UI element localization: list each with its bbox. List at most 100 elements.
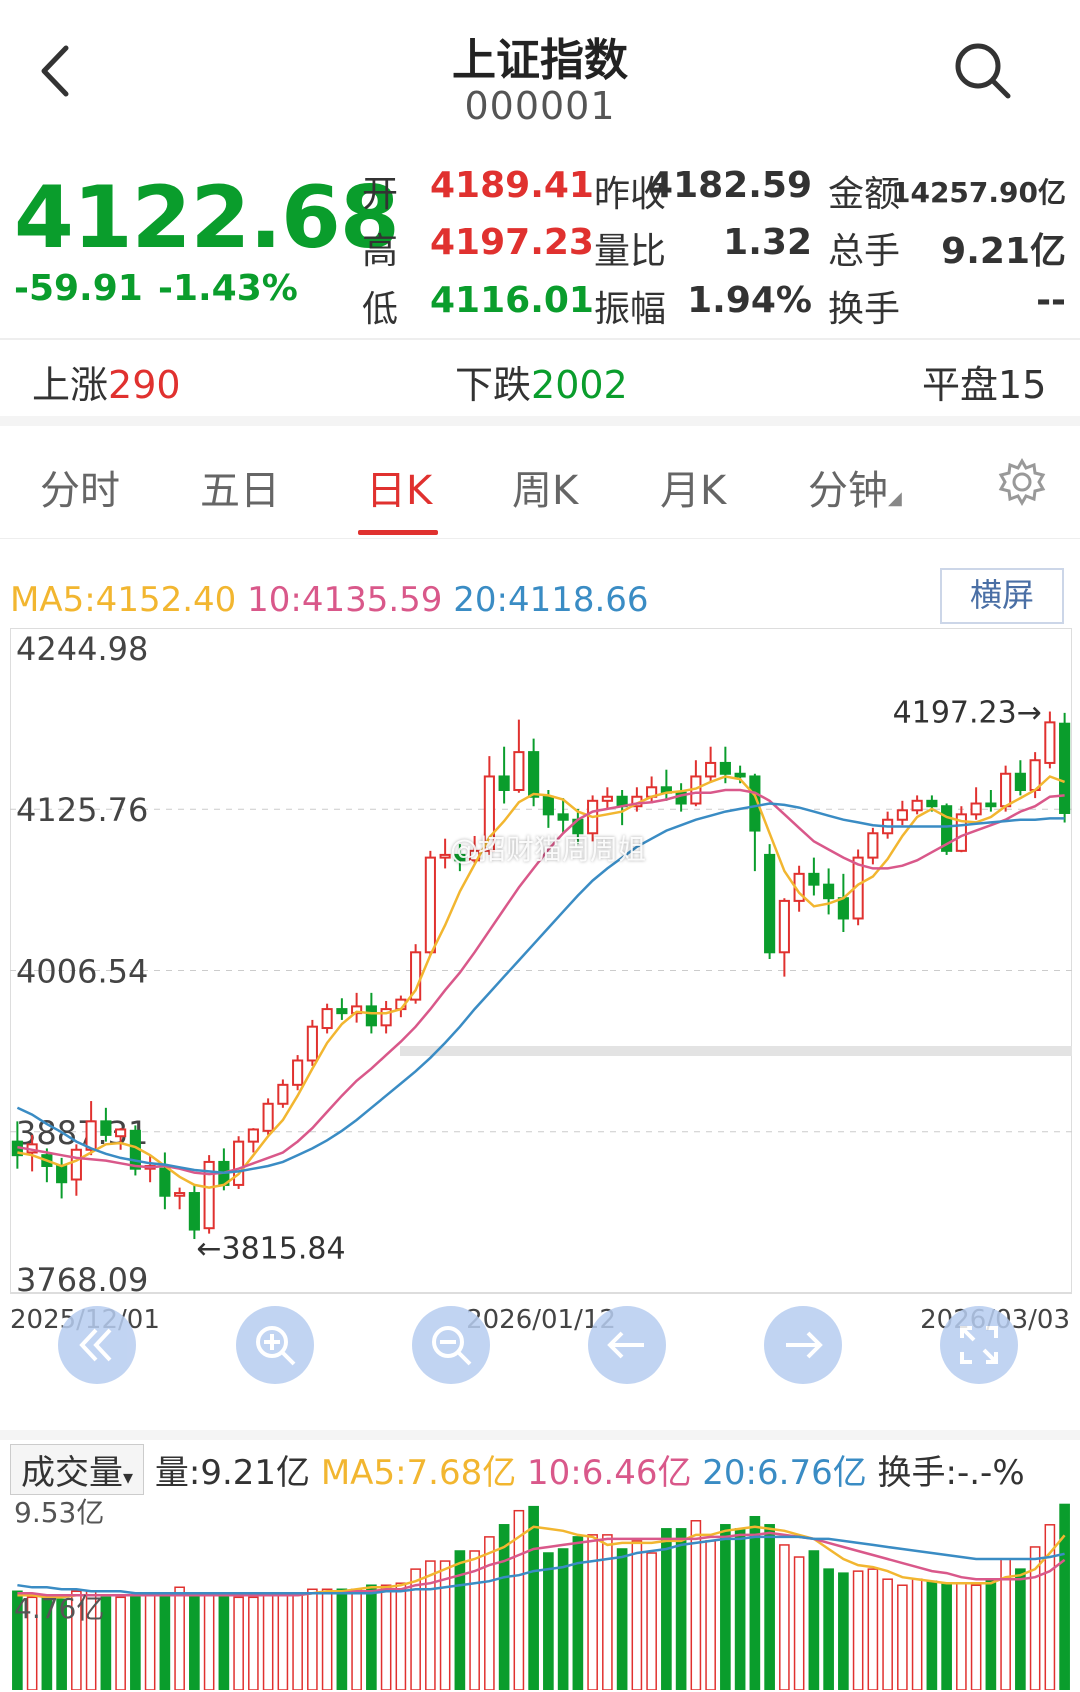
volume-y-tick-label: 4.76亿: [14, 1592, 104, 1625]
volume-bar: [956, 1582, 967, 1690]
vol-ma10-value: 10:6.46亿: [527, 1453, 692, 1493]
volume-bar: [115, 1596, 126, 1690]
candle-body: [262, 1102, 274, 1132]
scroll-right-button[interactable]: [764, 1306, 842, 1384]
volume-bar: [351, 1588, 362, 1690]
volume-bar: [425, 1560, 436, 1690]
candle-body: [56, 1164, 68, 1184]
search-button[interactable]: [950, 36, 1020, 116]
quote-value: 9.21亿: [941, 231, 1066, 272]
landscape-button[interactable]: 横屏: [940, 568, 1064, 624]
page-title: 上证指数: [452, 35, 628, 86]
candle-body: [764, 853, 776, 954]
candle-body: [896, 809, 908, 821]
quote-label: 高: [362, 231, 399, 272]
candle-body: [867, 832, 879, 859]
quote-label: 总手: [828, 231, 901, 272]
volume-bar: [454, 1550, 466, 1690]
volume-bar: [970, 1584, 982, 1690]
volume-bar: [852, 1570, 864, 1690]
chart-settings-button[interactable]: [996, 456, 1048, 512]
volume-bar: [838, 1572, 849, 1690]
tab-monthly-k[interactable]: 月K: [660, 458, 726, 516]
candle-body: [233, 1140, 245, 1186]
indicator-select[interactable]: 成交量▾: [10, 1444, 145, 1495]
scroll-left-button[interactable]: [588, 1306, 666, 1384]
candle-body: [911, 799, 923, 812]
volume-bar: [336, 1588, 348, 1690]
volume-bar: [882, 1578, 893, 1690]
quote-value: 4182.59: [648, 165, 812, 206]
candlestick-chart[interactable]: 4244.984125.764006.543887.313768.092025/…: [10, 628, 1072, 1428]
volume-bar: [734, 1528, 746, 1690]
volume-bar: [572, 1536, 584, 1690]
volume-bar: [867, 1568, 879, 1690]
quote-value: 4116.01: [430, 280, 594, 321]
volume-bar: [130, 1594, 141, 1690]
candle-body: [542, 795, 554, 816]
candle-body: [424, 856, 436, 954]
vol-ma5-value: MA5:7.68亿: [320, 1453, 517, 1493]
quote-label: 开: [362, 174, 399, 215]
candle-body: [1000, 772, 1012, 808]
volume-bar: [484, 1536, 495, 1690]
volume-bar: [277, 1592, 289, 1690]
candle-body: [837, 897, 849, 920]
quote-value: 1.94%: [687, 280, 812, 321]
top-bar: 上证指数 000001: [0, 0, 1080, 150]
ma5-value: MA5:4152.40: [10, 580, 237, 620]
candle-body: [277, 1083, 289, 1105]
volume-bar: [631, 1540, 643, 1690]
price-change: -59.91: [14, 268, 143, 309]
tab-five-day[interactable]: 五日: [200, 458, 280, 516]
dropdown-triangle-icon: ◢: [888, 488, 902, 509]
advancers: 上涨290: [32, 363, 181, 407]
current-price: 4122.68: [14, 168, 400, 268]
watermark: @招财猫周周姐: [450, 833, 647, 866]
candle-body: [247, 1128, 259, 1143]
tab-daily-k[interactable]: 日K: [366, 458, 432, 516]
ma-legend: MA5:4152.40 10:4135.59 20:4118.66: [10, 580, 649, 620]
unchanged: 平盘15: [922, 363, 1047, 407]
volume-bar: [779, 1544, 790, 1690]
volume-bar: [926, 1580, 938, 1690]
candle-body: [808, 872, 820, 886]
turnover-value: 换手:-.-%: [877, 1453, 1025, 1493]
volume-bar: [262, 1592, 274, 1690]
volume-bar: [911, 1578, 923, 1690]
volume-bar: [557, 1548, 569, 1690]
volume-bar: [749, 1515, 761, 1690]
tab-minute[interactable]: 分钟◢: [808, 458, 902, 516]
volume-bar: [292, 1592, 303, 1690]
candle-body: [513, 751, 525, 791]
candle-body: [85, 1120, 97, 1151]
volume-bar: [307, 1588, 318, 1690]
zoom-in-button[interactable]: [236, 1306, 314, 1384]
volume-bar: [174, 1586, 185, 1690]
candle-body: [336, 1008, 348, 1015]
volume-bar: [321, 1588, 333, 1690]
tab-weekly-k[interactable]: 周K: [512, 458, 578, 516]
zoom-out-button[interactable]: [412, 1306, 490, 1384]
fullscreen-button[interactable]: [940, 1306, 1018, 1384]
candle-body: [985, 802, 997, 808]
candle-body: [1014, 772, 1026, 791]
candle-body: [174, 1192, 186, 1197]
scroll-start-button[interactable]: [58, 1306, 136, 1384]
volume-bar: [764, 1524, 775, 1690]
volume-bar: [159, 1592, 171, 1690]
volume-bar: [587, 1534, 598, 1690]
candle-body: [1044, 721, 1056, 764]
volume-bar: [646, 1552, 657, 1690]
volume-bar: [808, 1550, 820, 1690]
highlight-band: [400, 1046, 1072, 1056]
gear-icon: [998, 457, 1046, 507]
volume-bar: [380, 1584, 392, 1690]
volume-chart[interactable]: 9.53亿 4.76亿: [10, 1490, 1072, 1690]
candle-body: [100, 1120, 112, 1136]
market-breadth: 上涨290 下跌2002 平盘15: [0, 340, 1080, 410]
ma10-value: 10:4135.59: [247, 580, 443, 620]
volume-bar: [661, 1528, 672, 1690]
ma20-value: 20:4118.66: [453, 580, 649, 620]
tab-intraday[interactable]: 分时: [40, 458, 120, 516]
